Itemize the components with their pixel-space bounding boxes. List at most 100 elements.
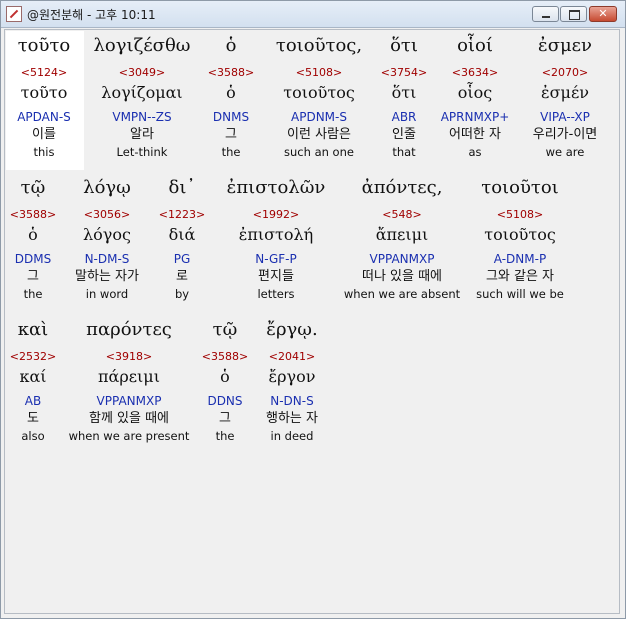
english-gloss: we are xyxy=(545,145,585,159)
word-cell[interactable]: ἔργῳ. <2041> ἔργον N-DN-S 행하는 자 in deed xyxy=(255,314,329,444)
parsing-code: DDNS xyxy=(207,394,243,408)
korean-gloss: 말하는 자가 xyxy=(75,269,139,284)
lemma: καί xyxy=(19,367,47,386)
word-cell[interactable]: καὶ <2532> καί AB 도 also xyxy=(7,314,59,444)
korean-gloss: 함께 있을 때에 xyxy=(88,411,170,426)
english-gloss: the xyxy=(221,145,241,159)
korean-gloss: 그 xyxy=(27,269,39,284)
strongs-number[interactable]: <548> xyxy=(341,206,463,224)
korean-gloss: 어떠한 자 xyxy=(449,127,501,142)
greek-word: λογιζέσθω xyxy=(93,35,191,56)
word-cell[interactable]: τοιοῦτοι <5108> τοιοῦτος A-DNM-P 그와 같은 자… xyxy=(467,172,573,302)
greek-word: λόγῳ xyxy=(83,177,131,198)
word-cell[interactable]: ἐπιστολῶν <1992> ἐπιστολή N-GF-P 편지들 let… xyxy=(213,172,339,302)
word-cell[interactable]: ἐσμεν <2070> ἐσμέν VIPA--XP 우리가-이면 we ar… xyxy=(521,30,609,160)
word-cell[interactable]: ὁ <3588> ὁ DNMS 그 the xyxy=(203,30,259,160)
strongs-number[interactable]: <3588> xyxy=(203,64,259,82)
greek-word: ἐπιστολῶν xyxy=(226,177,326,198)
strongs-number[interactable]: <3754> xyxy=(377,64,431,82)
strongs-number[interactable]: <3588> xyxy=(199,348,251,366)
word-cell[interactable]: τοῦτο <5124> τοῦτο APDAN-S 이를 this xyxy=(7,30,81,160)
english-gloss: the xyxy=(215,429,235,443)
parsing-code: APDNM-S xyxy=(291,110,347,124)
english-gloss: that xyxy=(392,145,416,159)
korean-gloss: 행하는 자 xyxy=(266,411,318,426)
korean-gloss: 이런 사람은 xyxy=(287,127,351,142)
english-gloss: this xyxy=(33,145,55,159)
korean-gloss: 인줄 xyxy=(392,127,416,142)
korean-gloss: 알라 xyxy=(130,127,154,142)
lemma: ὅτι xyxy=(391,83,417,102)
word-cell[interactable]: τῷ <3588> ὁ DDNS 그 the xyxy=(199,314,251,444)
korean-gloss: 로 xyxy=(176,269,188,284)
app-icon[interactable] xyxy=(6,6,22,22)
app-window: @원전분해 - 고후 10:11 ✕ τοῦτο <5124> τοῦτο AP… xyxy=(0,0,626,619)
english-gloss: when we are absent xyxy=(343,287,461,301)
strongs-number[interactable]: <3588> xyxy=(9,206,57,224)
parsing-code: DNMS xyxy=(212,110,250,124)
parsing-code: APDAN-S xyxy=(17,110,71,124)
interlinear-panel[interactable]: τοῦτο <5124> τοῦτο APDAN-S 이를 this λογιζ… xyxy=(4,29,620,614)
english-gloss: by xyxy=(174,287,190,301)
minimize-button[interactable] xyxy=(532,6,559,22)
word-cell[interactable]: οἷοί <3634> οἷος APRNMXP+ 어떠한 자 as xyxy=(433,30,517,160)
english-gloss: in word xyxy=(85,287,129,301)
strongs-number[interactable]: <3056> xyxy=(61,206,153,224)
strongs-number[interactable]: <3049> xyxy=(85,64,199,82)
korean-gloss: 도 xyxy=(27,411,39,426)
word-cell[interactable]: δι᾽ <1223> διά PG 로 by xyxy=(157,172,207,302)
parsing-code: VMPN--ZS xyxy=(112,110,172,124)
greek-word: ἐσμεν xyxy=(538,35,592,56)
korean-gloss: 그 xyxy=(219,411,231,426)
english-gloss: also xyxy=(21,429,45,443)
word-cell[interactable]: ἀπόντες, <548> ἄπειμι VPPANMXP 떠나 있을 때에 … xyxy=(341,172,463,302)
parsing-code: APRNMXP+ xyxy=(440,110,510,124)
korean-gloss: 그와 같은 자 xyxy=(485,269,555,284)
english-gloss: letters xyxy=(257,287,295,301)
strongs-number[interactable]: <2532> xyxy=(7,348,59,366)
lemma: ἐσμέν xyxy=(541,83,589,102)
word-cell[interactable]: τῷ <3588> ὁ DDMS 그 the xyxy=(9,172,57,302)
word-cell[interactable]: παρόντες <3918> πάρειμι VPPANMXP 함께 있을 때… xyxy=(65,314,193,444)
strongs-number[interactable]: <1992> xyxy=(213,206,339,224)
strongs-number[interactable]: <5108> xyxy=(263,64,375,82)
parsing-code: VPPANMXP xyxy=(369,252,435,266)
parsing-code: N-GF-P xyxy=(255,252,297,266)
greek-word: τοῦτο xyxy=(17,35,71,56)
parsing-code: PG xyxy=(173,252,191,266)
english-gloss: such an one xyxy=(284,145,354,159)
strongs-number[interactable]: <3918> xyxy=(65,348,193,366)
english-gloss: when we are present xyxy=(68,429,190,443)
lemma: ὁ xyxy=(220,367,230,386)
lemma: τοιοῦτος xyxy=(484,225,556,244)
lemma: ἔργον xyxy=(268,367,316,386)
lemma: διά xyxy=(168,225,196,244)
word-cell[interactable]: τοιοῦτος, <5108> τοιοῦτος APDNM-S 이런 사람은… xyxy=(263,30,375,160)
maximize-button[interactable] xyxy=(560,6,587,22)
word-cell[interactable]: λόγῳ <3056> λόγος N-DM-S 말하는 자가 in word xyxy=(61,172,153,302)
korean-gloss: 떠나 있을 때에 xyxy=(361,269,443,284)
lemma: λογίζομαι xyxy=(101,83,183,102)
title-bar[interactable]: @원전분해 - 고후 10:11 ✕ xyxy=(1,1,625,28)
strongs-number[interactable]: <3634> xyxy=(433,64,517,82)
greek-word: οἷοί xyxy=(457,35,493,56)
word-cell[interactable]: ὅτι <3754> ὅτι ABR 인줄 that xyxy=(377,30,431,160)
strongs-number[interactable]: <2070> xyxy=(521,64,609,82)
english-gloss: in deed xyxy=(270,429,314,443)
strongs-number[interactable]: <5124> xyxy=(7,64,81,82)
lemma: ἄπειμι xyxy=(375,225,429,244)
strongs-number[interactable]: <2041> xyxy=(255,348,329,366)
parsing-code: ABR xyxy=(391,110,417,124)
window-title: @원전분해 - 고후 10:11 xyxy=(27,8,156,22)
strongs-number[interactable]: <5108> xyxy=(467,206,573,224)
korean-gloss: 그 xyxy=(225,127,237,142)
lemma: λόγος xyxy=(83,225,131,244)
word-cell[interactable]: λογιζέσθω <3049> λογίζομαι VMPN--ZS 알라 L… xyxy=(85,30,199,160)
parsing-code: A-DNM-P xyxy=(493,252,547,266)
greek-word: τοιοῦτοι xyxy=(481,177,559,198)
english-gloss: as xyxy=(468,145,482,159)
lemma: τοιοῦτος xyxy=(283,83,355,102)
greek-word: παρόντες xyxy=(86,319,172,340)
close-button[interactable]: ✕ xyxy=(589,6,617,22)
strongs-number[interactable]: <1223> xyxy=(157,206,207,224)
